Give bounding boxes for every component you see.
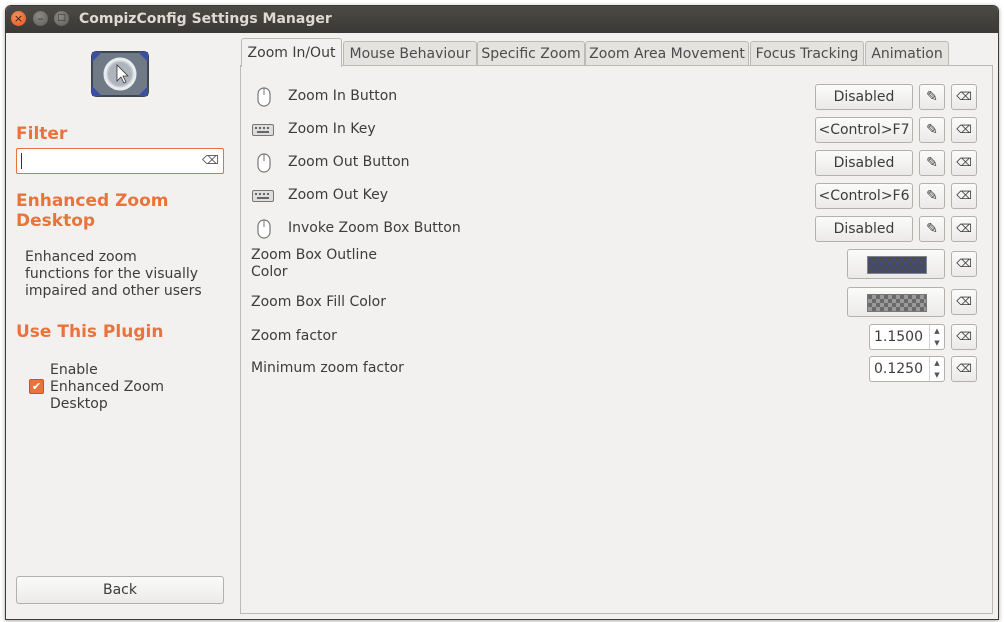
tab-zoom-area-movement[interactable]: Zoom Area Movement bbox=[585, 41, 749, 66]
reset-setting-button[interactable]: ⌫ bbox=[951, 150, 977, 176]
clear-icon: ⌫ bbox=[956, 90, 972, 103]
filter-heading: Filter bbox=[16, 124, 68, 144]
reset-setting-button[interactable]: ⌫ bbox=[951, 216, 977, 242]
zoom-in-key-binding[interactable]: <Control>F7 bbox=[815, 117, 913, 143]
keyboard-icon bbox=[252, 124, 274, 136]
invoke-zoom-box-button-label: Invoke Zoom Box Button bbox=[288, 220, 461, 236]
clear-icon: ⌫ bbox=[956, 330, 972, 343]
close-window-button[interactable]: × bbox=[11, 11, 26, 26]
pencil-icon: ✎ bbox=[926, 89, 938, 105]
clear-icon: ⌫ bbox=[956, 257, 972, 270]
keyboard-icon bbox=[252, 190, 274, 202]
fill-color-swatch bbox=[867, 294, 927, 312]
fill-color-picker[interactable] bbox=[847, 287, 945, 317]
pencil-icon: ✎ bbox=[926, 221, 938, 237]
description-line: functions for the visually bbox=[25, 266, 199, 282]
edit-binding-button[interactable]: ✎ bbox=[919, 150, 945, 176]
back-button[interactable]: Back bbox=[16, 576, 224, 604]
mouse-icon bbox=[257, 219, 271, 239]
mouse-icon bbox=[257, 153, 271, 173]
description-line: impaired and other users bbox=[25, 283, 202, 299]
filter-input[interactable]: ⌫ bbox=[16, 148, 224, 174]
reset-setting-button[interactable]: ⌫ bbox=[951, 251, 977, 277]
maximize-window-button[interactable]: □ bbox=[54, 11, 69, 26]
plugin-name-heading: Enhanced Zoom Desktop bbox=[16, 191, 169, 231]
settings-panel: Zoom In Button Disabled ✎ ⌫ Zoom In Key … bbox=[240, 65, 993, 614]
reset-setting-button[interactable]: ⌫ bbox=[951, 289, 977, 315]
text-cursor bbox=[21, 153, 22, 169]
zoom-box-outline-color-label: Zoom Box Outline Color bbox=[251, 247, 377, 281]
enable-label-line: Desktop bbox=[50, 396, 108, 412]
reset-setting-button[interactable]: ⌫ bbox=[951, 324, 977, 350]
reset-setting-button[interactable]: ⌫ bbox=[951, 183, 977, 209]
mouse-icon bbox=[257, 87, 271, 107]
label-line: Zoom Box Outline bbox=[251, 247, 377, 263]
down-arrow-icon[interactable]: ▼ bbox=[930, 369, 944, 381]
use-plugin-heading: Use This Plugin bbox=[16, 322, 164, 342]
edit-binding-button[interactable]: ✎ bbox=[919, 117, 945, 143]
clear-icon: ⌫ bbox=[956, 189, 972, 202]
zoom-factor-label: Zoom factor bbox=[251, 328, 337, 344]
tab-mouse-behaviour[interactable]: Mouse Behaviour bbox=[343, 41, 477, 66]
spinner-arrows[interactable]: ▲ ▼ bbox=[929, 357, 944, 381]
pencil-icon: ✎ bbox=[926, 188, 938, 204]
sidebar: Filter ⌫ Enhanced Zoom Desktop Enhanced … bbox=[6, 33, 239, 619]
zoom-out-key-label: Zoom Out Key bbox=[288, 187, 389, 203]
up-arrow-icon[interactable]: ▲ bbox=[930, 357, 944, 369]
zoom-in-key-label: Zoom In Key bbox=[288, 121, 376, 137]
enable-plugin-checkbox[interactable]: ✔ bbox=[29, 379, 44, 394]
outline-color-swatch bbox=[867, 256, 927, 274]
clear-icon: ⌫ bbox=[956, 362, 972, 375]
zoom-out-key-binding[interactable]: <Control>F6 bbox=[815, 183, 913, 209]
up-arrow-icon[interactable]: ▲ bbox=[930, 325, 944, 337]
tab-focus-tracking[interactable]: Focus Tracking bbox=[750, 41, 864, 66]
reset-setting-button[interactable]: ⌫ bbox=[951, 117, 977, 143]
enable-label-line: Enable bbox=[50, 362, 98, 378]
minimum-zoom-factor-value: 0.1250 bbox=[874, 361, 923, 377]
clear-icon: ⌫ bbox=[956, 156, 972, 169]
zoom-in-button-binding[interactable]: Disabled bbox=[815, 84, 913, 110]
zoom-factor-value: 1.1500 bbox=[874, 329, 923, 345]
outline-color-picker[interactable] bbox=[847, 249, 945, 279]
edit-binding-button[interactable]: ✎ bbox=[919, 183, 945, 209]
checkmark-icon: ✔ bbox=[31, 380, 42, 393]
plugin-description: Enhanced zoom functions for the visually… bbox=[25, 249, 225, 300]
zoom-out-button-binding[interactable]: Disabled bbox=[815, 150, 913, 176]
clear-icon: ⌫ bbox=[956, 222, 972, 235]
window-title: CompizConfig Settings Manager bbox=[79, 11, 332, 27]
clear-icon: ⌫ bbox=[956, 295, 972, 308]
title-bar: × – □ CompizConfig Settings Manager bbox=[6, 6, 998, 33]
edit-binding-button[interactable]: ✎ bbox=[919, 216, 945, 242]
enable-plugin-label[interactable]: Enable Enhanced Zoom Desktop bbox=[50, 362, 210, 413]
minimum-zoom-factor-label: Minimum zoom factor bbox=[251, 360, 404, 376]
enable-label-line: Enhanced Zoom bbox=[50, 379, 165, 395]
reset-setting-button[interactable]: ⌫ bbox=[951, 84, 977, 110]
tab-zoom-in-out[interactable]: Zoom In/Out bbox=[241, 38, 342, 67]
down-arrow-icon[interactable]: ▼ bbox=[930, 337, 944, 349]
description-line: Enhanced zoom bbox=[25, 249, 137, 265]
zoom-factor-spinner[interactable]: 1.1500 ▲ ▼ bbox=[869, 324, 945, 350]
clear-filter-icon[interactable]: ⌫ bbox=[202, 153, 219, 167]
spinner-arrows[interactable]: ▲ ▼ bbox=[929, 325, 944, 349]
settings-window: × – □ CompizConfig Settings Manager Filt… bbox=[5, 5, 999, 620]
zoom-plugin-icon bbox=[91, 51, 149, 97]
edit-binding-button[interactable]: ✎ bbox=[919, 84, 945, 110]
label-line: Color bbox=[251, 264, 288, 280]
plugin-name-line: Enhanced Zoom bbox=[16, 191, 169, 211]
tab-specific-zoom[interactable]: Specific Zoom bbox=[477, 41, 585, 66]
pencil-icon: ✎ bbox=[926, 122, 938, 138]
zoom-out-button-label: Zoom Out Button bbox=[288, 154, 410, 170]
plugin-name-line: Desktop bbox=[16, 211, 96, 231]
reset-setting-button[interactable]: ⌫ bbox=[951, 356, 977, 382]
minimum-zoom-factor-spinner[interactable]: 0.1250 ▲ ▼ bbox=[869, 356, 945, 382]
pencil-icon: ✎ bbox=[926, 155, 938, 171]
minimize-window-button[interactable]: – bbox=[33, 11, 48, 26]
invoke-zoom-box-button-binding[interactable]: Disabled bbox=[815, 216, 913, 242]
clear-icon: ⌫ bbox=[956, 123, 972, 136]
zoom-in-button-label: Zoom In Button bbox=[288, 88, 398, 104]
tab-animation[interactable]: Animation bbox=[865, 41, 949, 66]
zoom-box-fill-color-label: Zoom Box Fill Color bbox=[251, 294, 386, 310]
